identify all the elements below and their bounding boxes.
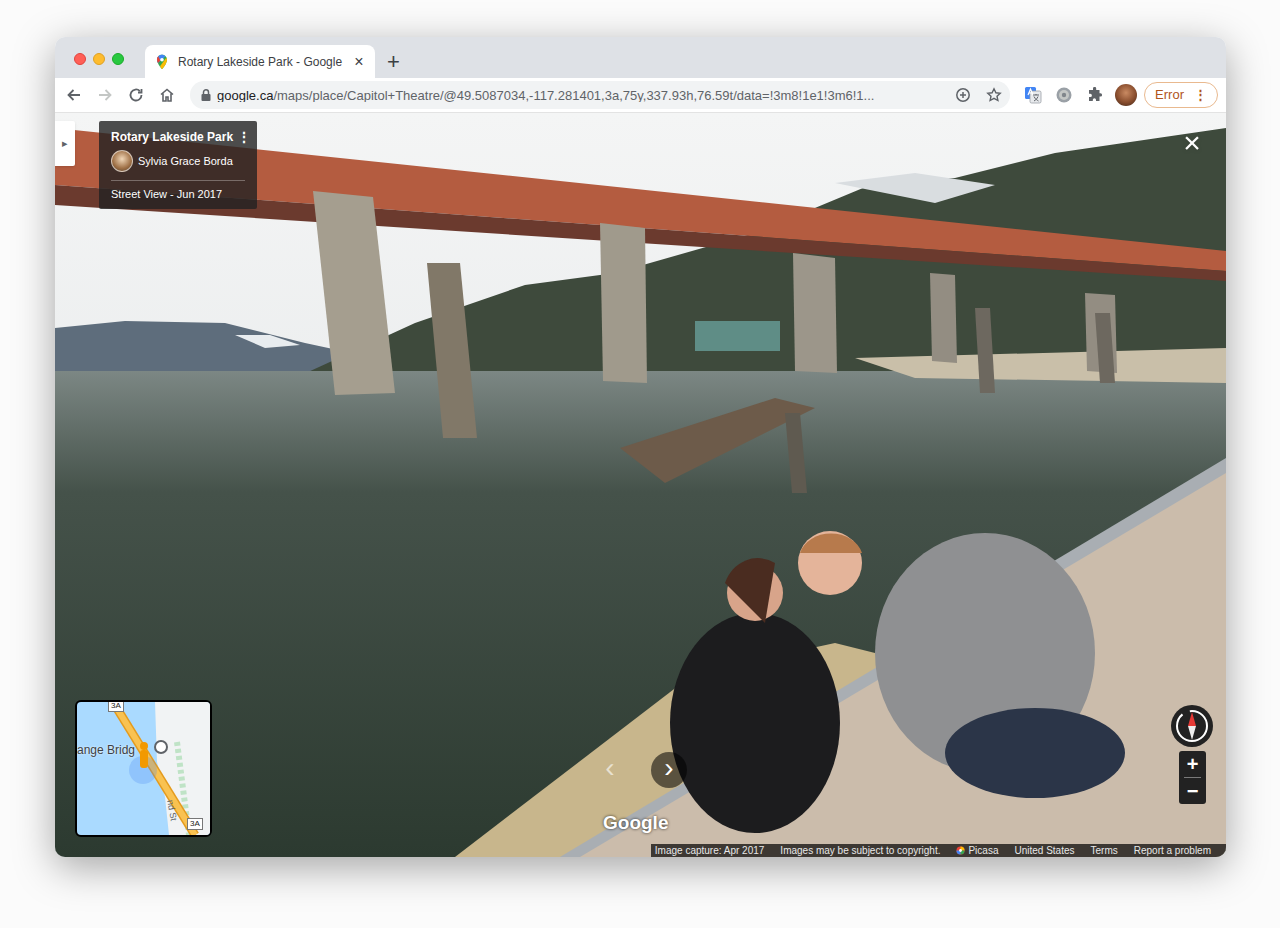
home-icon — [159, 87, 175, 103]
toolbar: google.ca/maps/place/Capitol+Theatre/@49… — [55, 78, 1226, 113]
profile-photo-icon — [1115, 84, 1137, 106]
card-divider — [111, 180, 245, 181]
capture-date: Image capture: Apr 2017 — [655, 844, 765, 857]
terms-link[interactable]: Terms — [1091, 844, 1118, 857]
close-street-view-button[interactable]: × — [1178, 129, 1206, 157]
compass-icon — [1170, 704, 1214, 748]
window-controls — [55, 37, 145, 78]
back-button[interactable] — [60, 81, 88, 109]
minimap-shield-bottom: 3A — [187, 818, 203, 830]
profile-avatar[interactable] — [1112, 81, 1140, 109]
author-row: Sylvia Grace Borda — [111, 150, 245, 172]
minimap-map — [77, 702, 210, 835]
street-nav-arrow[interactable]: ‹ — [592, 752, 628, 788]
minimap-street-label: nd St — [165, 799, 178, 821]
profile-error-button[interactable]: Error⋮ — [1144, 82, 1218, 108]
reload-icon — [128, 87, 144, 103]
minimap-bridge-label: ange Bridg — [77, 744, 135, 756]
maps-favicon-icon — [154, 54, 170, 70]
tab-close-button[interactable]: × — [351, 54, 367, 70]
translate-button[interactable] — [1019, 81, 1047, 109]
author-name[interactable]: Sylvia Grace Borda — [138, 154, 233, 168]
region-link[interactable]: United States — [1014, 844, 1074, 857]
extensions-menu-button[interactable] — [1081, 81, 1109, 109]
gear-icon — [1055, 86, 1073, 104]
place-menu-button[interactable]: ⋮ — [237, 129, 251, 145]
tab-list: Rotary Lakeside Park - Google× — [145, 45, 375, 78]
minimap[interactable]: ange Bridg 3A 3A nd St — [75, 700, 212, 837]
street-view[interactable]: ▸ Rotary Lakeside Park ⋮ Sylvia Grace Bo… — [55, 113, 1226, 857]
back-arrow-icon — [66, 87, 82, 103]
new-tab-button[interactable]: + — [387, 45, 400, 78]
minimize-window-icon[interactable] — [93, 53, 105, 65]
browser-tab[interactable]: Rotary Lakeside Park - Google× — [145, 45, 375, 78]
google-logo: Google — [603, 813, 668, 832]
lock-icon — [200, 88, 212, 102]
forward-arrow-icon — [97, 87, 113, 103]
address-bar[interactable]: google.ca/maps/place/Capitol+Theatre/@49… — [190, 81, 1010, 109]
compass[interactable] — [1170, 704, 1214, 748]
forward-button[interactable] — [91, 81, 119, 109]
zoom-in-button[interactable]: + — [1179, 751, 1206, 777]
capture-source: Street View - Jun 2017 — [111, 187, 245, 201]
picasa-icon — [956, 846, 965, 855]
zoom-window-icon[interactable] — [112, 53, 124, 65]
url-text: google.ca/maps/place/Capitol+Theatre/@49… — [217, 89, 949, 102]
tab-title: Rotary Lakeside Park - Google — [178, 53, 347, 71]
street-view-photo — [55, 113, 1226, 857]
place-card: Rotary Lakeside Park ⋮ Sylvia Grace Bord… — [99, 121, 257, 209]
install-app-icon[interactable] — [955, 87, 971, 103]
home-button[interactable] — [153, 81, 181, 109]
street-nav-arrows: ‹› — [592, 752, 687, 788]
bookmark-star-icon[interactable] — [986, 87, 1002, 103]
place-title[interactable]: Rotary Lakeside Park — [111, 129, 233, 145]
extensions — [1019, 81, 1140, 109]
author-avatar-icon[interactable] — [111, 150, 133, 172]
close-window-icon[interactable] — [74, 53, 86, 65]
zoom-controls: + − — [1179, 751, 1206, 804]
attribution-bar: Image capture: Apr 2017 Images may be su… — [651, 844, 1226, 857]
zoom-divider — [1184, 777, 1201, 778]
street-nav-arrow[interactable]: › — [651, 752, 687, 788]
browser-window: Rotary Lakeside Park - Google× + google.… — [55, 37, 1226, 857]
side-panel-toggle[interactable]: ▸ — [55, 121, 75, 166]
extension-button[interactable] — [1050, 81, 1078, 109]
reload-button[interactable] — [122, 81, 150, 109]
tab-strip: Rotary Lakeside Park - Google× + — [55, 37, 1226, 78]
picasa-link[interactable]: Picasa — [956, 844, 998, 857]
nav-buttons — [60, 81, 181, 109]
translate-icon — [1024, 86, 1042, 104]
report-problem-link[interactable]: Report a problem — [1134, 844, 1211, 857]
puzzle-icon — [1087, 87, 1103, 103]
copyright-notice: Images may be subject to copyright. — [780, 844, 940, 857]
minimap-shield-top: 3A — [108, 700, 124, 712]
zoom-out-button[interactable]: − — [1179, 778, 1206, 804]
